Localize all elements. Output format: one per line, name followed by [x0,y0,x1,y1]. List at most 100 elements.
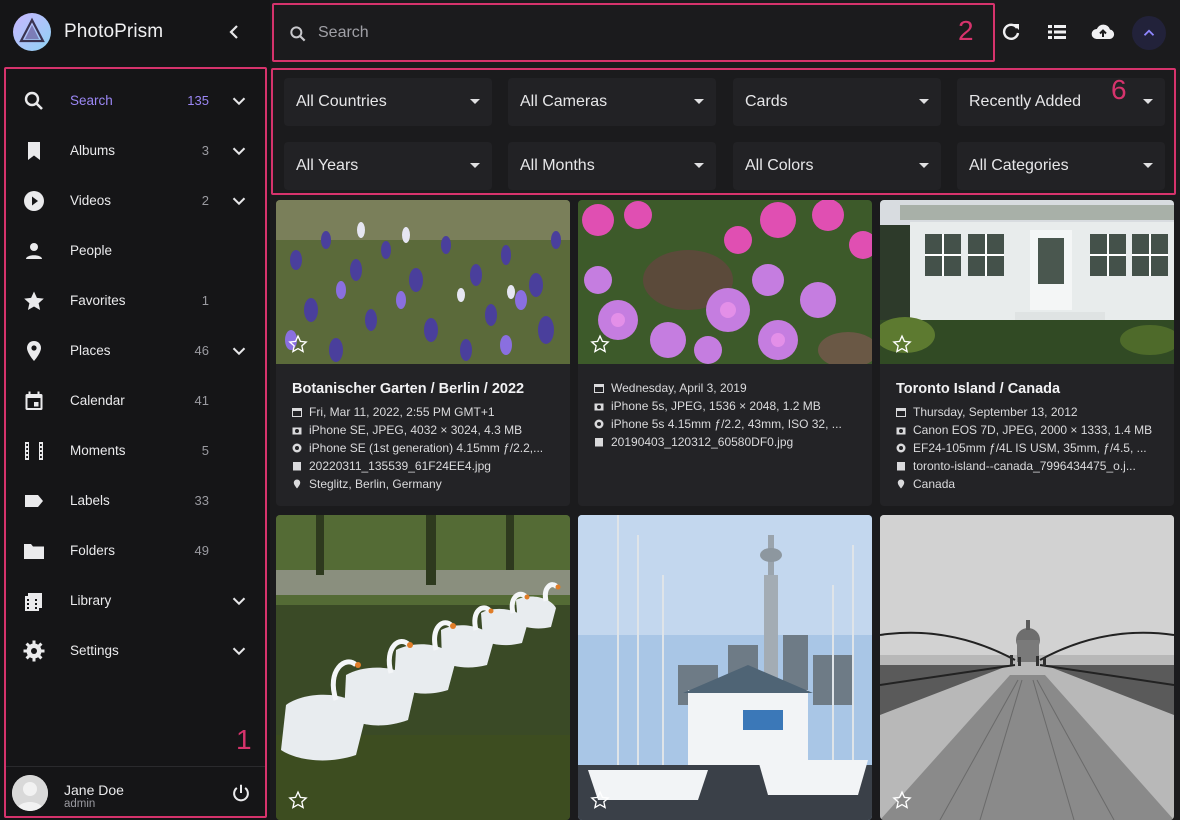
list-view-icon[interactable] [1045,20,1069,44]
chevron-down-icon[interactable] [228,590,250,612]
sidebar-item-label: Labels [70,493,110,508]
photo-lens[interactable]: iPhone 5s 4.15mm ƒ/2.2, 43mm, ISO 32, ..… [594,417,864,431]
photo-camera[interactable]: iPhone SE, JPEG, 4032 × 3024, 4.3 MB [292,423,562,437]
photo-card[interactable] [880,515,1174,820]
photo-camera[interactable]: Canon EOS 7D, JPEG, 2000 × 1333, 1.4 MB [896,423,1166,437]
photo-file-text: 20190403_120312_60580DF0.jpg [611,435,794,449]
sidebar-item-count: 33 [194,493,209,508]
sidebar-item-moments[interactable]: Moments 5 [12,426,264,476]
dropdown-caret-icon [470,99,480,104]
collapse-sidebar-chevron-left-icon[interactable] [222,20,246,44]
photo-camera-text: iPhone 5s, JPEG, 1536 × 2048, 1.2 MB [611,399,821,413]
category-filter-select[interactable]: All Categories [957,142,1165,190]
sidebar-item-people[interactable]: People [12,226,264,276]
photo-title[interactable]: Toronto Island / Canada [896,381,1060,397]
photo-file-text: 20220311_135539_61F24EE4.jpg [309,459,491,473]
play-circle-icon [24,191,44,211]
year-filter-select[interactable]: All Years [284,142,492,190]
sidebar-item-folders[interactable]: Folders 49 [12,526,264,576]
user-account[interactable]: Jane Doe admin [6,766,265,816]
chevron-down-icon[interactable] [228,340,250,362]
photo-date[interactable]: Wednesday, April 3, 2019 [594,381,864,395]
chevron-down-icon[interactable] [228,640,250,662]
photo-lens-text: EF24-105mm ƒ/4L IS USM, 35mm, ƒ/4.5, ... [913,441,1147,455]
brand-header: PhotoPrism [0,0,270,64]
chevron-down-icon[interactable] [228,190,250,212]
photo-location[interactable]: Steglitz, Berlin, Germany [292,477,562,491]
search-input[interactable] [318,19,878,47]
camera-filter-select[interactable]: All Cameras [508,78,716,126]
avatar[interactable] [12,775,48,811]
sidebar-item-count: 2 [201,193,209,208]
refresh-icon[interactable] [999,20,1023,44]
sidebar-item-settings[interactable]: Settings [12,626,264,676]
photo-date[interactable]: Fri, Mar 11, 2022, 2:55 PM GMT+1 [292,405,562,419]
camera-icon [896,427,906,435]
photo-lens[interactable]: iPhone SE (1st generation) 4.15mm ƒ/2.2,… [292,441,562,455]
chevron-up-icon [1143,29,1155,36]
photo-file[interactable]: 20190403_120312_60580DF0.jpg [594,435,864,449]
photo-date-text: Wednesday, April 3, 2019 [611,381,747,395]
favorite-star-icon[interactable] [590,334,610,354]
photo-lens-text: iPhone SE (1st generation) 4.15mm ƒ/2.2,… [309,441,544,455]
favorite-star-icon[interactable] [288,790,308,810]
photo-thumbnail[interactable] [578,515,872,820]
sidebar-item-library[interactable]: Library [12,576,264,626]
photo-lens[interactable]: EF24-105mm ƒ/4L IS USM, 35mm, ƒ/4.5, ... [896,441,1166,455]
photo-card[interactable] [578,515,872,820]
millennium-bridge-bw-photo [880,515,1174,820]
collapse-filters-button[interactable] [1132,16,1166,50]
power-logout-icon[interactable] [230,782,252,804]
color-filter-select[interactable]: All Colors [733,142,941,190]
cn-tower-harbour-photo [578,515,872,820]
gear-icon [23,640,45,662]
dropdown-caret-icon [919,163,929,168]
photo-date[interactable]: Thursday, September 13, 2012 [896,405,1166,419]
select-value: Recently Added [969,93,1082,110]
app-title: PhotoPrism [64,21,164,42]
sidebar-item-label: Library [70,593,112,608]
photo-location[interactable]: Canada [896,477,1166,491]
country-filter-select[interactable]: All Countries [284,78,492,126]
select-value: All Cameras [520,93,608,110]
bookmark-icon [28,142,40,160]
photo-lens-text: iPhone 5s 4.15mm ƒ/2.2, 43mm, ISO 32, ..… [611,417,842,431]
sidebar-item-labels[interactable]: Labels 33 [12,476,264,526]
favorite-star-icon[interactable] [892,334,912,354]
favorite-star-icon[interactable] [590,790,610,810]
chevron-down-icon[interactable] [228,140,250,162]
annotation-label-6: 6 [1111,74,1127,105]
photo-thumbnail[interactable] [276,200,570,364]
favorite-star-icon[interactable] [288,334,308,354]
photo-file[interactable]: 20220311_135539_61F24EE4.jpg [292,459,562,473]
sidebar-item-label: Albums [70,143,116,158]
sidebar-item-videos[interactable]: Videos 2 [12,176,264,226]
view-mode-select[interactable]: Cards [733,78,941,126]
photo-card[interactable]: Toronto Island / Canada Thursday, Septem… [880,200,1174,506]
photo-location-text: Canada [913,477,956,491]
sidebar-item-albums[interactable]: Albums 3 [12,126,264,176]
sidebar-item-calendar[interactable]: Calendar 41 [12,376,264,426]
photo-card[interactable] [276,515,570,820]
cloud-upload-icon[interactable] [1090,20,1116,44]
photo-thumbnail[interactable] [880,515,1174,820]
photo-thumbnail[interactable] [276,515,570,820]
dropdown-caret-icon [919,99,929,104]
photo-card[interactable]: Botanischer Garten / Berlin / 2022 Fri, … [276,200,570,506]
photo-title[interactable]: Botanischer Garten / Berlin / 2022 [292,381,524,397]
photo-thumbnail[interactable] [578,200,872,364]
photoprism-logo-icon[interactable] [12,12,52,52]
library-icon [25,593,42,611]
photo-camera[interactable]: iPhone 5s, JPEG, 1536 × 2048, 1.2 MB [594,399,864,413]
photo-thumbnail[interactable] [880,200,1174,364]
sidebar-item-places[interactable]: Places 46 [12,326,264,376]
sidebar-item-search[interactable]: Search 135 [12,76,264,126]
photo-file[interactable]: toronto-island--canada_7996434475_o.j... [896,459,1166,473]
favorite-star-icon[interactable] [892,790,912,810]
photo-card[interactable]: Wednesday, April 3, 2019 iPhone 5s, JPEG… [578,200,872,506]
month-filter-select[interactable]: All Months [508,142,716,190]
select-value: All Colors [745,157,814,174]
sort-order-select[interactable]: Recently Added [957,78,1165,126]
sidebar-item-favorites[interactable]: Favorites 1 [12,276,264,326]
chevron-down-icon[interactable] [228,90,250,112]
